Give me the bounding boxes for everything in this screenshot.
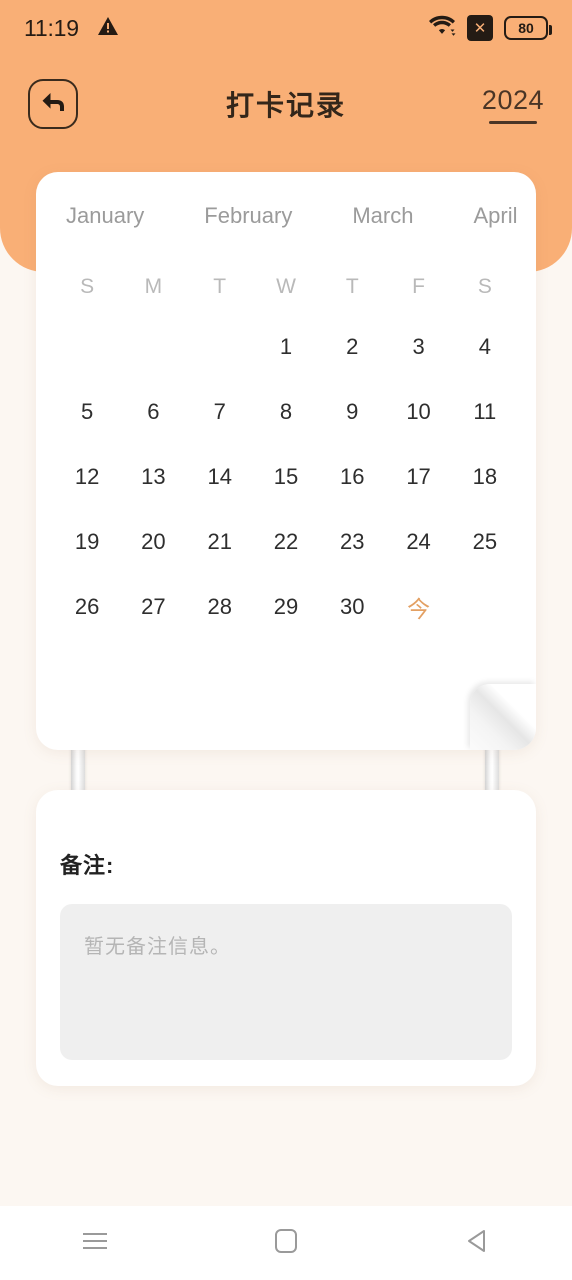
weekday-cell-3: W bbox=[276, 275, 296, 298]
wifi-icon bbox=[428, 14, 456, 42]
day-cell[interactable]: 3 bbox=[385, 334, 451, 360]
day-cell[interactable]: 5 bbox=[54, 399, 120, 425]
status-bar: 11:19 ✕ 80 bbox=[0, 0, 572, 56]
app-bar: 打卡记录 2024 bbox=[0, 62, 572, 146]
remarks-card: 备注: 暂无备注信息。 bbox=[36, 790, 536, 1086]
calendar-week-row: 1234 bbox=[36, 314, 536, 379]
back-arrow-icon bbox=[39, 89, 67, 120]
remarks-placeholder: 暂无备注信息。 bbox=[84, 936, 231, 958]
calendar-week-row: 12 13 14 15 16 17 18 bbox=[36, 444, 536, 509]
app-screen: 11:19 ✕ 80 打卡记录 2024 January February Ma… bbox=[0, 0, 572, 1280]
day-cell[interactable]: 24 bbox=[385, 529, 451, 555]
day-cell[interactable]: 15 bbox=[253, 464, 319, 490]
remarks-label: 备注: bbox=[60, 853, 115, 878]
month-tab-january[interactable]: January bbox=[66, 203, 144, 229]
battery-icon: 80 bbox=[504, 16, 552, 40]
day-cell[interactable]: 10 bbox=[385, 399, 451, 425]
day-cell[interactable]: 6 bbox=[120, 399, 186, 425]
calendar-week-row: 5 6 7 8 9 10 11 bbox=[36, 379, 536, 444]
home-square-icon bbox=[273, 1227, 299, 1260]
day-cell[interactable]: 28 bbox=[187, 594, 253, 620]
status-bar-right: ✕ 80 bbox=[428, 14, 552, 42]
day-cell-today[interactable]: 今 bbox=[385, 590, 451, 624]
day-cell[interactable]: 26 bbox=[54, 594, 120, 620]
day-cell[interactable]: 30 bbox=[319, 594, 385, 620]
nav-back-button[interactable] bbox=[437, 1215, 517, 1271]
day-cell[interactable]: 2 bbox=[319, 334, 385, 360]
nav-home-button[interactable] bbox=[246, 1215, 326, 1271]
year-underline bbox=[488, 120, 537, 124]
weekday-cell-6: S bbox=[477, 275, 492, 298]
day-cell[interactable]: 29 bbox=[253, 594, 319, 620]
month-tab-strip[interactable]: January February March April bbox=[36, 172, 536, 260]
weekday-cell-5: F bbox=[412, 275, 425, 298]
day-cell[interactable]: 17 bbox=[385, 464, 451, 490]
month-tab-april[interactable]: April bbox=[473, 203, 517, 229]
weekday-cell-4: T bbox=[345, 275, 359, 298]
day-cell[interactable]: 25 bbox=[452, 529, 518, 555]
year-label: 2024 bbox=[481, 84, 544, 115]
calendar-week-row: 19 20 21 22 23 24 25 bbox=[36, 509, 536, 574]
back-button[interactable] bbox=[28, 79, 78, 129]
day-cell[interactable]: 16 bbox=[319, 464, 385, 490]
calendar-week-row: 26 27 28 29 30 今 bbox=[36, 574, 536, 639]
day-cell[interactable]: 22 bbox=[253, 529, 319, 555]
weekday-header-row: SMTWTFS bbox=[36, 260, 536, 314]
weekday-cell-2: T bbox=[213, 275, 227, 298]
day-cell[interactable]: 7 bbox=[187, 399, 253, 425]
month-tab-february[interactable]: February bbox=[204, 203, 292, 229]
day-cell[interactable]: 19 bbox=[54, 529, 120, 555]
day-cell[interactable]: 18 bbox=[452, 464, 518, 490]
year-selector[interactable]: 2024 bbox=[482, 85, 544, 124]
day-cell[interactable]: 12 bbox=[54, 464, 120, 490]
warning-triangle-icon bbox=[97, 16, 119, 41]
battery-level: 80 bbox=[518, 20, 534, 36]
page-curl-decoration bbox=[470, 684, 536, 750]
day-cell[interactable]: 1 bbox=[253, 334, 319, 360]
android-nav-bar bbox=[0, 1206, 572, 1280]
day-cell[interactable]: 14 bbox=[187, 464, 253, 490]
day-cell[interactable]: 20 bbox=[120, 529, 186, 555]
no-sim-glyph: ✕ bbox=[473, 19, 487, 37]
day-cell[interactable]: 13 bbox=[120, 464, 186, 490]
remarks-input[interactable]: 暂无备注信息。 bbox=[60, 904, 512, 1060]
menu-icon bbox=[80, 1229, 110, 1258]
day-cell[interactable]: 4 bbox=[452, 334, 518, 360]
calendar-weeks: 1 2 3 4 5 6 7 8 9 10 11 12 13 14 15 16 17 18 19 20 21 22 23 24 2… bbox=[36, 314, 536, 639]
weekday-cell-1: M bbox=[144, 275, 163, 298]
day-cell[interactable]: 27 bbox=[120, 594, 186, 620]
calendar-card: January February March April SMTWTFS 123456… bbox=[36, 172, 536, 750]
weekday-cell-0: S bbox=[80, 275, 95, 298]
day-cell[interactable]: 21 bbox=[187, 529, 253, 555]
status-bar-left: 11:19 bbox=[24, 15, 119, 42]
no-sim-icon: ✕ bbox=[467, 15, 493, 41]
back-triangle-icon bbox=[464, 1227, 490, 1260]
day-cell[interactable]: 23 bbox=[319, 529, 385, 555]
nav-recents-button[interactable] bbox=[55, 1215, 135, 1271]
status-time: 11:19 bbox=[24, 14, 79, 41]
day-cell[interactable]: 11 bbox=[452, 399, 518, 425]
day-cell[interactable]: 9 bbox=[319, 399, 385, 425]
month-tab-march[interactable]: March bbox=[352, 203, 413, 229]
day-cell[interactable]: 8 bbox=[253, 399, 319, 425]
